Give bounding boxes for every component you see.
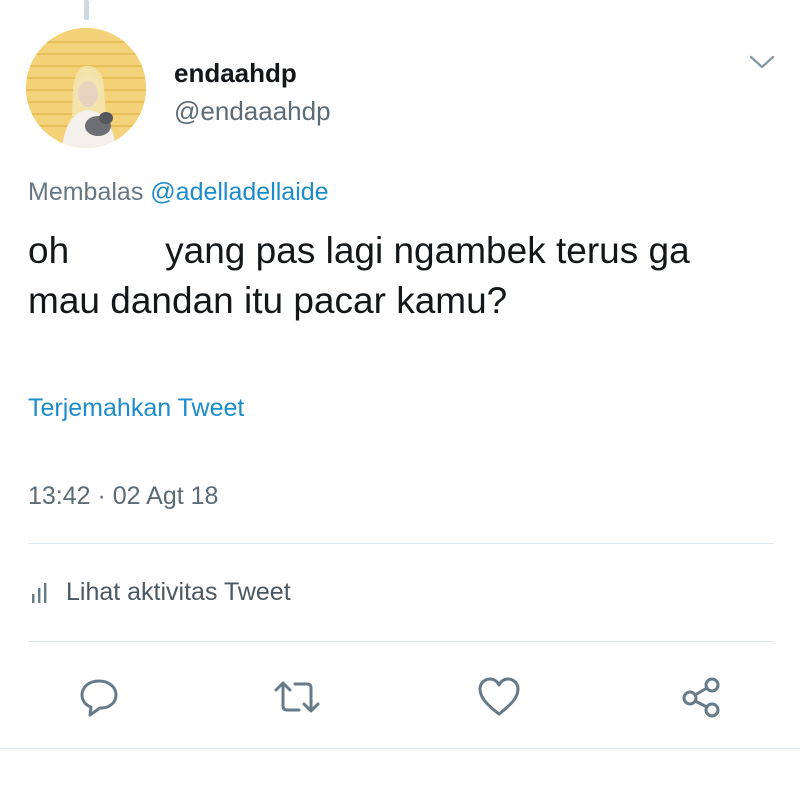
reply-prefix: Membalas	[28, 178, 144, 206]
display-name[interactable]: endaahdp	[174, 58, 297, 89]
user-handle[interactable]: @endaaahdp	[174, 96, 331, 127]
share-icon	[682, 677, 720, 718]
reply-icon	[80, 679, 118, 717]
activity-chart-icon	[30, 582, 52, 604]
tweet-text-line-1: oh yang pas lagi ngambek terus ga	[28, 226, 788, 276]
tweet-timestamp[interactable]: 13:42 · 02 Agt 18	[28, 482, 218, 511]
reply-button[interactable]	[74, 672, 124, 722]
activity-label: Lihat aktivitas Tweet	[66, 578, 291, 606]
divider	[0, 748, 800, 749]
reply-context: Membalas @adelladellaide	[28, 178, 329, 207]
share-button[interactable]	[676, 672, 726, 722]
retweet-button[interactable]	[272, 672, 322, 722]
tweet-text-part-1: oh	[28, 230, 70, 271]
divider	[28, 641, 774, 642]
translate-tweet-link[interactable]: Terjemahkan Tweet	[28, 394, 244, 423]
like-button[interactable]	[474, 672, 524, 722]
like-icon	[478, 677, 520, 716]
tweet-text-part-2: yang pas lagi ngambek terus ga	[165, 230, 690, 271]
tweet-activity-link[interactable]: Lihat aktivitas Tweet	[30, 578, 291, 607]
thread-connector	[84, 0, 89, 20]
tweet-text: oh yang pas lagi ngambek terus ga mau dan…	[28, 226, 788, 326]
retweet-icon	[274, 681, 320, 713]
divider	[28, 543, 774, 544]
reply-mention-link[interactable]: @adelladellaide	[150, 178, 328, 206]
tweet-text-line-2: mau dandan itu pacar kamu?	[28, 280, 508, 321]
avatar[interactable]	[26, 28, 146, 148]
chevron-down-icon[interactable]	[748, 52, 776, 72]
tweet-detail: endaahdp @endaaahdp Membalas @adelladell…	[0, 0, 800, 800]
